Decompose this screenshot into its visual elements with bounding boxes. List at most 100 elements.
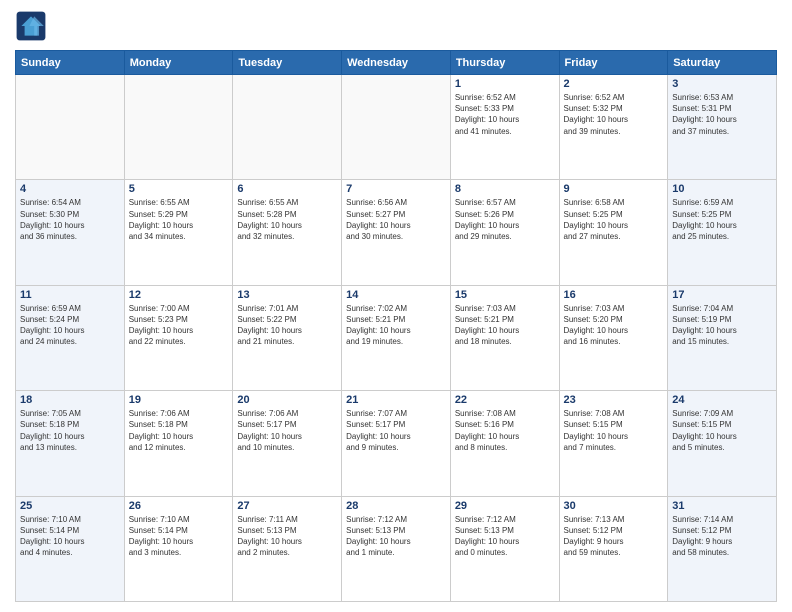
day-number: 29 bbox=[455, 500, 555, 512]
calendar-cell: 16 Sunrise: 7:03 AMSunset: 5:20 PMDayligh… bbox=[559, 285, 668, 390]
calendar-header-tuesday: Tuesday bbox=[233, 51, 342, 75]
day-number: 22 bbox=[455, 394, 555, 406]
day-info: Sunrise: 7:09 AMSunset: 5:15 PMDaylight:… bbox=[672, 408, 772, 453]
day-info: Sunrise: 6:52 AMSunset: 5:32 PMDaylight:… bbox=[564, 92, 664, 137]
day-info: Sunrise: 7:11 AMSunset: 5:13 PMDaylight:… bbox=[237, 514, 337, 559]
day-info: Sunrise: 7:03 AMSunset: 5:20 PMDaylight:… bbox=[564, 303, 664, 348]
day-number: 30 bbox=[564, 500, 664, 512]
day-info: Sunrise: 6:54 AMSunset: 5:30 PMDaylight:… bbox=[20, 197, 120, 242]
day-number: 27 bbox=[237, 500, 337, 512]
logo-icon bbox=[15, 10, 47, 42]
calendar-week-2: 4 Sunrise: 6:54 AMSunset: 5:30 PMDaylight… bbox=[16, 180, 777, 285]
day-info: Sunrise: 7:12 AMSunset: 5:13 PMDaylight:… bbox=[346, 514, 446, 559]
calendar-cell: 24Sunrise: 7:09 AMSunset: 5:15 PMDayligh… bbox=[668, 391, 777, 496]
calendar-cell: 10 Sunrise: 6:59 AMSunset: 5:25 PMDayligh… bbox=[668, 180, 777, 285]
day-info: Sunrise: 6:52 AMSunset: 5:33 PMDaylight:… bbox=[455, 92, 555, 137]
day-number: 31 bbox=[672, 500, 772, 512]
day-info: Sunrise: 7:10 AMSunset: 5:14 PMDaylight:… bbox=[129, 514, 229, 559]
calendar-cell bbox=[124, 75, 233, 180]
calendar-cell: 6Sunrise: 6:55 AMSunset: 5:28 PMDaylight… bbox=[233, 180, 342, 285]
day-number: 26 bbox=[129, 500, 229, 512]
day-info: Sunrise: 7:00 AMSunset: 5:23 PMDaylight:… bbox=[129, 303, 229, 348]
day-number: 6 bbox=[237, 183, 337, 195]
day-number: 4 bbox=[20, 183, 120, 195]
day-number: 2 bbox=[564, 78, 664, 90]
day-info: Sunrise: 7:10 AMSunset: 5:14 PMDaylight:… bbox=[20, 514, 120, 559]
day-info: Sunrise: 7:08 AMSunset: 5:16 PMDaylight:… bbox=[455, 408, 555, 453]
calendar-cell: 12 Sunrise: 7:00 AMSunset: 5:23 PMDayligh… bbox=[124, 285, 233, 390]
calendar-week-4: 18 Sunrise: 7:05 AMSunset: 5:18 PMDayligh… bbox=[16, 391, 777, 496]
day-number: 7 bbox=[346, 183, 446, 195]
logo bbox=[15, 10, 51, 42]
day-info: Sunrise: 7:01 AMSunset: 5:22 PMDaylight:… bbox=[237, 303, 337, 348]
day-number: 20 bbox=[237, 394, 337, 406]
day-info: Sunrise: 6:57 AMSunset: 5:26 PMDaylight:… bbox=[455, 197, 555, 242]
calendar-cell: 7Sunrise: 6:56 AMSunset: 5:27 PMDaylight… bbox=[342, 180, 451, 285]
calendar-cell: 21 Sunrise: 7:07 AMSunset: 5:17 PMDayligh… bbox=[342, 391, 451, 496]
calendar-cell: 27 Sunrise: 7:11 AMSunset: 5:13 PMDayligh… bbox=[233, 496, 342, 601]
day-info: Sunrise: 7:08 AMSunset: 5:15 PMDaylight:… bbox=[564, 408, 664, 453]
calendar-header-friday: Friday bbox=[559, 51, 668, 75]
day-number: 12 bbox=[129, 289, 229, 301]
calendar-header-wednesday: Wednesday bbox=[342, 51, 451, 75]
calendar-cell: 15 Sunrise: 7:03 AMSunset: 5:21 PMDayligh… bbox=[450, 285, 559, 390]
calendar-cell: 30Sunrise: 7:13 AMSunset: 5:12 PMDayligh… bbox=[559, 496, 668, 601]
calendar-cell: 26 Sunrise: 7:10 AMSunset: 5:14 PMDayligh… bbox=[124, 496, 233, 601]
page: SundayMondayTuesdayWednesdayThursdayFrid… bbox=[0, 0, 792, 612]
day-number: 28 bbox=[346, 500, 446, 512]
day-info: Sunrise: 6:55 AMSunset: 5:29 PMDaylight:… bbox=[129, 197, 229, 242]
calendar-cell: 14 Sunrise: 7:02 AMSunset: 5:21 PMDayligh… bbox=[342, 285, 451, 390]
calendar-cell: 8 Sunrise: 6:57 AMSunset: 5:26 PMDaylight… bbox=[450, 180, 559, 285]
calendar-cell: 31 Sunrise: 7:14 AMSunset: 5:12 PMDayligh… bbox=[668, 496, 777, 601]
day-number: 1 bbox=[455, 78, 555, 90]
calendar-cell: 5Sunrise: 6:55 AMSunset: 5:29 PMDaylight… bbox=[124, 180, 233, 285]
calendar-cell: 11 Sunrise: 6:59 AMSunset: 5:24 PMDayligh… bbox=[16, 285, 125, 390]
day-number: 3 bbox=[672, 78, 772, 90]
day-info: Sunrise: 7:05 AMSunset: 5:18 PMDaylight:… bbox=[20, 408, 120, 453]
calendar-cell: 29Sunrise: 7:12 AMSunset: 5:13 PMDayligh… bbox=[450, 496, 559, 601]
day-number: 11 bbox=[20, 289, 120, 301]
day-number: 16 bbox=[564, 289, 664, 301]
day-number: 14 bbox=[346, 289, 446, 301]
calendar-cell: 23 Sunrise: 7:08 AMSunset: 5:15 PMDayligh… bbox=[559, 391, 668, 496]
day-number: 17 bbox=[672, 289, 772, 301]
calendar-cell: 22 Sunrise: 7:08 AMSunset: 5:16 PMDayligh… bbox=[450, 391, 559, 496]
calendar-cell: 28 Sunrise: 7:12 AMSunset: 5:13 PMDayligh… bbox=[342, 496, 451, 601]
calendar-header-sunday: Sunday bbox=[16, 51, 125, 75]
header bbox=[15, 10, 777, 42]
calendar-cell: 25 Sunrise: 7:10 AMSunset: 5:14 PMDayligh… bbox=[16, 496, 125, 601]
day-number: 8 bbox=[455, 183, 555, 195]
calendar-header-thursday: Thursday bbox=[450, 51, 559, 75]
calendar-header-saturday: Saturday bbox=[668, 51, 777, 75]
day-number: 25 bbox=[20, 500, 120, 512]
calendar-cell: 9 Sunrise: 6:58 AMSunset: 5:25 PMDaylight… bbox=[559, 180, 668, 285]
calendar-cell: 19Sunrise: 7:06 AMSunset: 5:18 PMDayligh… bbox=[124, 391, 233, 496]
day-info: Sunrise: 6:59 AMSunset: 5:24 PMDaylight:… bbox=[20, 303, 120, 348]
day-number: 15 bbox=[455, 289, 555, 301]
day-info: Sunrise: 7:07 AMSunset: 5:17 PMDaylight:… bbox=[346, 408, 446, 453]
calendar-cell: 1 Sunrise: 6:52 AMSunset: 5:33 PMDaylight… bbox=[450, 75, 559, 180]
day-info: Sunrise: 6:53 AMSunset: 5:31 PMDaylight:… bbox=[672, 92, 772, 137]
calendar-cell: 18 Sunrise: 7:05 AMSunset: 5:18 PMDayligh… bbox=[16, 391, 125, 496]
calendar-cell: 2 Sunrise: 6:52 AMSunset: 5:32 PMDaylight… bbox=[559, 75, 668, 180]
day-info: Sunrise: 6:58 AMSunset: 5:25 PMDaylight:… bbox=[564, 197, 664, 242]
day-info: Sunrise: 7:02 AMSunset: 5:21 PMDaylight:… bbox=[346, 303, 446, 348]
day-info: Sunrise: 6:59 AMSunset: 5:25 PMDaylight:… bbox=[672, 197, 772, 242]
calendar-cell: 20Sunrise: 7:06 AMSunset: 5:17 PMDayligh… bbox=[233, 391, 342, 496]
calendar-week-3: 11 Sunrise: 6:59 AMSunset: 5:24 PMDayligh… bbox=[16, 285, 777, 390]
day-info: Sunrise: 7:14 AMSunset: 5:12 PMDaylight:… bbox=[672, 514, 772, 559]
calendar-week-5: 25 Sunrise: 7:10 AMSunset: 5:14 PMDayligh… bbox=[16, 496, 777, 601]
day-number: 18 bbox=[20, 394, 120, 406]
day-info: Sunrise: 7:03 AMSunset: 5:21 PMDaylight:… bbox=[455, 303, 555, 348]
day-number: 9 bbox=[564, 183, 664, 195]
calendar-cell bbox=[16, 75, 125, 180]
day-number: 19 bbox=[129, 394, 229, 406]
day-number: 23 bbox=[564, 394, 664, 406]
calendar-header-monday: Monday bbox=[124, 51, 233, 75]
day-number: 10 bbox=[672, 183, 772, 195]
calendar-cell bbox=[233, 75, 342, 180]
day-number: 13 bbox=[237, 289, 337, 301]
calendar-cell: 13 Sunrise: 7:01 AMSunset: 5:22 PMDayligh… bbox=[233, 285, 342, 390]
calendar-cell: 4 Sunrise: 6:54 AMSunset: 5:30 PMDaylight… bbox=[16, 180, 125, 285]
day-number: 21 bbox=[346, 394, 446, 406]
